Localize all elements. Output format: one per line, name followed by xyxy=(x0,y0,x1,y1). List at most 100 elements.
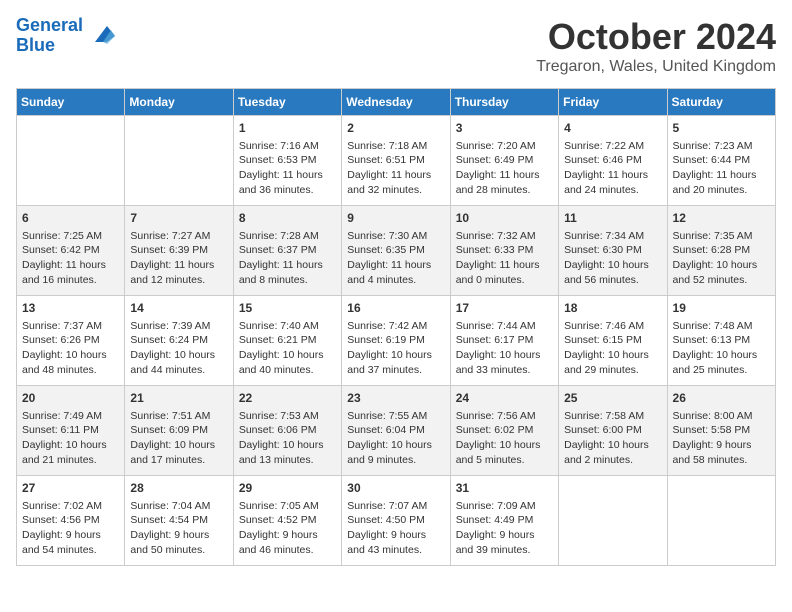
calendar-cell: 31Sunrise: 7:09 AM Sunset: 4:49 PM Dayli… xyxy=(450,476,558,566)
calendar-cell: 27 Sunrise: 7:02 AM Sunset: 4:56 PM Dayli… xyxy=(17,476,125,566)
calendar-cell xyxy=(125,116,233,206)
day-info: Sunrise: 7:34 AM Sunset: 6:30 PM Dayligh… xyxy=(564,229,661,288)
day-number: 13 xyxy=(22,300,119,317)
logo-text: General Blue xyxy=(16,16,83,56)
calendar-table: SundayMondayTuesdayWednesdayThursdayFrid… xyxy=(16,88,776,566)
logo: General Blue xyxy=(16,16,115,56)
day-number: 1 xyxy=(239,120,336,137)
day-number: 3 xyxy=(456,120,553,137)
calendar-header-row: SundayMondayTuesdayWednesdayThursdayFrid… xyxy=(17,89,776,116)
day-number: 26 xyxy=(673,390,770,407)
day-info: Sunrise: 7:18 AM Sunset: 6:51 PM Dayligh… xyxy=(347,139,444,198)
location-title: Tregaron, Wales, United Kingdom xyxy=(536,58,776,76)
calendar-cell: 15 Sunrise: 7:40 AM Sunset: 6:21 PM Dayli… xyxy=(233,296,341,386)
calendar-cell: 8 Sunrise: 7:28 AM Sunset: 6:37 PM Daylig… xyxy=(233,206,341,296)
day-number: 2 xyxy=(347,120,444,137)
day-number: 22 xyxy=(239,390,336,407)
day-info: Sunrise: 7:35 AM Sunset: 6:28 PM Dayligh… xyxy=(673,229,770,288)
calendar-cell: 3Sunrise: 7:20 AM Sunset: 6:49 PM Daylig… xyxy=(450,116,558,206)
calendar-cell: 23 Sunrise: 7:55 AM Sunset: 6:04 PM Dayli… xyxy=(342,386,450,476)
calendar-cell xyxy=(667,476,775,566)
calendar-cell xyxy=(559,476,667,566)
day-number: 14 xyxy=(130,300,227,317)
calendar-cell: 11 Sunrise: 7:34 AM Sunset: 6:30 PM Dayli… xyxy=(559,206,667,296)
day-info: Sunrise: 7:55 AM Sunset: 6:04 PM Dayligh… xyxy=(347,409,444,468)
day-number: 16 xyxy=(347,300,444,317)
day-info: Sunrise: 7:39 AM Sunset: 6:24 PM Dayligh… xyxy=(130,319,227,378)
calendar-cell: 20Sunrise: 7:49 AM Sunset: 6:11 PM Dayli… xyxy=(17,386,125,476)
day-number: 23 xyxy=(347,390,444,407)
header-day: Friday xyxy=(559,89,667,116)
calendar-week-row: 27 Sunrise: 7:02 AM Sunset: 4:56 PM Dayli… xyxy=(17,476,776,566)
day-number: 12 xyxy=(673,210,770,227)
day-info: Sunrise: 7:30 AM Sunset: 6:35 PM Dayligh… xyxy=(347,229,444,288)
day-info: Sunrise: 7:23 AM Sunset: 6:44 PM Dayligh… xyxy=(673,139,770,198)
day-info: Sunrise: 7:49 AM Sunset: 6:11 PM Dayligh… xyxy=(22,409,119,468)
day-info: Sunrise: 7:16 AM Sunset: 6:53 PM Dayligh… xyxy=(239,139,336,198)
calendar-cell: 9 Sunrise: 7:30 AM Sunset: 6:35 PM Daylig… xyxy=(342,206,450,296)
calendar-cell: 1 Sunrise: 7:16 AM Sunset: 6:53 PM Daylig… xyxy=(233,116,341,206)
day-info: Sunrise: 7:58 AM Sunset: 6:00 PM Dayligh… xyxy=(564,409,661,468)
day-number: 8 xyxy=(239,210,336,227)
header-day: Tuesday xyxy=(233,89,341,116)
day-number: 31 xyxy=(456,480,553,497)
day-number: 9 xyxy=(347,210,444,227)
day-number: 15 xyxy=(239,300,336,317)
day-number: 7 xyxy=(130,210,227,227)
title-area: October 2024 Tregaron, Wales, United Kin… xyxy=(536,16,776,76)
calendar-week-row: 1 Sunrise: 7:16 AM Sunset: 6:53 PM Daylig… xyxy=(17,116,776,206)
day-info: Sunrise: 7:02 AM Sunset: 4:56 PM Dayligh… xyxy=(22,499,119,558)
calendar-cell: 19 Sunrise: 7:48 AM Sunset: 6:13 PM Dayli… xyxy=(667,296,775,386)
day-number: 6 xyxy=(22,210,119,227)
calendar-cell: 25 Sunrise: 7:58 AM Sunset: 6:00 PM Dayli… xyxy=(559,386,667,476)
day-number: 29 xyxy=(239,480,336,497)
day-info: Sunrise: 7:40 AM Sunset: 6:21 PM Dayligh… xyxy=(239,319,336,378)
day-number: 21 xyxy=(130,390,227,407)
calendar-cell: 24 Sunrise: 7:56 AM Sunset: 6:02 PM Dayli… xyxy=(450,386,558,476)
day-info: Sunrise: 7:46 AM Sunset: 6:15 PM Dayligh… xyxy=(564,319,661,378)
month-title: October 2024 xyxy=(536,16,776,58)
day-info: Sunrise: 7:53 AM Sunset: 6:06 PM Dayligh… xyxy=(239,409,336,468)
calendar-cell: 4 Sunrise: 7:22 AM Sunset: 6:46 PM Daylig… xyxy=(559,116,667,206)
calendar-cell: 12 Sunrise: 7:35 AM Sunset: 6:28 PM Dayli… xyxy=(667,206,775,296)
day-number: 19 xyxy=(673,300,770,317)
day-info: Sunrise: 7:22 AM Sunset: 6:46 PM Dayligh… xyxy=(564,139,661,198)
day-info: Sunrise: 7:48 AM Sunset: 6:13 PM Dayligh… xyxy=(673,319,770,378)
calendar-cell xyxy=(17,116,125,206)
day-info: Sunrise: 7:56 AM Sunset: 6:02 PM Dayligh… xyxy=(456,409,553,468)
calendar-cell: 16Sunrise: 7:42 AM Sunset: 6:19 PM Dayli… xyxy=(342,296,450,386)
calendar-cell: 18 Sunrise: 7:46 AM Sunset: 6:15 PM Dayli… xyxy=(559,296,667,386)
day-number: 27 xyxy=(22,480,119,497)
day-number: 30 xyxy=(347,480,444,497)
day-info: Sunrise: 7:25 AM Sunset: 6:42 PM Dayligh… xyxy=(22,229,119,288)
day-info: Sunrise: 7:51 AM Sunset: 6:09 PM Dayligh… xyxy=(130,409,227,468)
day-number: 28 xyxy=(130,480,227,497)
calendar-cell: 21 Sunrise: 7:51 AM Sunset: 6:09 PM Dayli… xyxy=(125,386,233,476)
day-info: Sunrise: 7:05 AM Sunset: 4:52 PM Dayligh… xyxy=(239,499,336,558)
day-number: 10 xyxy=(456,210,553,227)
day-number: 11 xyxy=(564,210,661,227)
day-info: Sunrise: 7:28 AM Sunset: 6:37 PM Dayligh… xyxy=(239,229,336,288)
calendar-cell: 26Sunrise: 8:00 AM Sunset: 5:58 PM Dayli… xyxy=(667,386,775,476)
day-info: Sunrise: 7:32 AM Sunset: 6:33 PM Dayligh… xyxy=(456,229,553,288)
calendar-cell: 6 Sunrise: 7:25 AM Sunset: 6:42 PM Daylig… xyxy=(17,206,125,296)
day-number: 18 xyxy=(564,300,661,317)
day-number: 4 xyxy=(564,120,661,137)
calendar-cell: 30Sunrise: 7:07 AM Sunset: 4:50 PM Dayli… xyxy=(342,476,450,566)
day-info: Sunrise: 7:44 AM Sunset: 6:17 PM Dayligh… xyxy=(456,319,553,378)
calendar-body: 1 Sunrise: 7:16 AM Sunset: 6:53 PM Daylig… xyxy=(17,116,776,566)
header-day: Sunday xyxy=(17,89,125,116)
day-info: Sunrise: 7:04 AM Sunset: 4:54 PM Dayligh… xyxy=(130,499,227,558)
day-number: 24 xyxy=(456,390,553,407)
calendar-week-row: 20Sunrise: 7:49 AM Sunset: 6:11 PM Dayli… xyxy=(17,386,776,476)
day-info: Sunrise: 7:27 AM Sunset: 6:39 PM Dayligh… xyxy=(130,229,227,288)
calendar-week-row: 13Sunrise: 7:37 AM Sunset: 6:26 PM Dayli… xyxy=(17,296,776,386)
logo-icon xyxy=(87,22,115,50)
header: General Blue October 2024 Tregaron, Wale… xyxy=(16,16,776,76)
calendar-cell: 13Sunrise: 7:37 AM Sunset: 6:26 PM Dayli… xyxy=(17,296,125,386)
day-number: 25 xyxy=(564,390,661,407)
calendar-cell: 29 Sunrise: 7:05 AM Sunset: 4:52 PM Dayli… xyxy=(233,476,341,566)
header-day: Saturday xyxy=(667,89,775,116)
calendar-cell: 10 Sunrise: 7:32 AM Sunset: 6:33 PM Dayli… xyxy=(450,206,558,296)
header-day: Wednesday xyxy=(342,89,450,116)
